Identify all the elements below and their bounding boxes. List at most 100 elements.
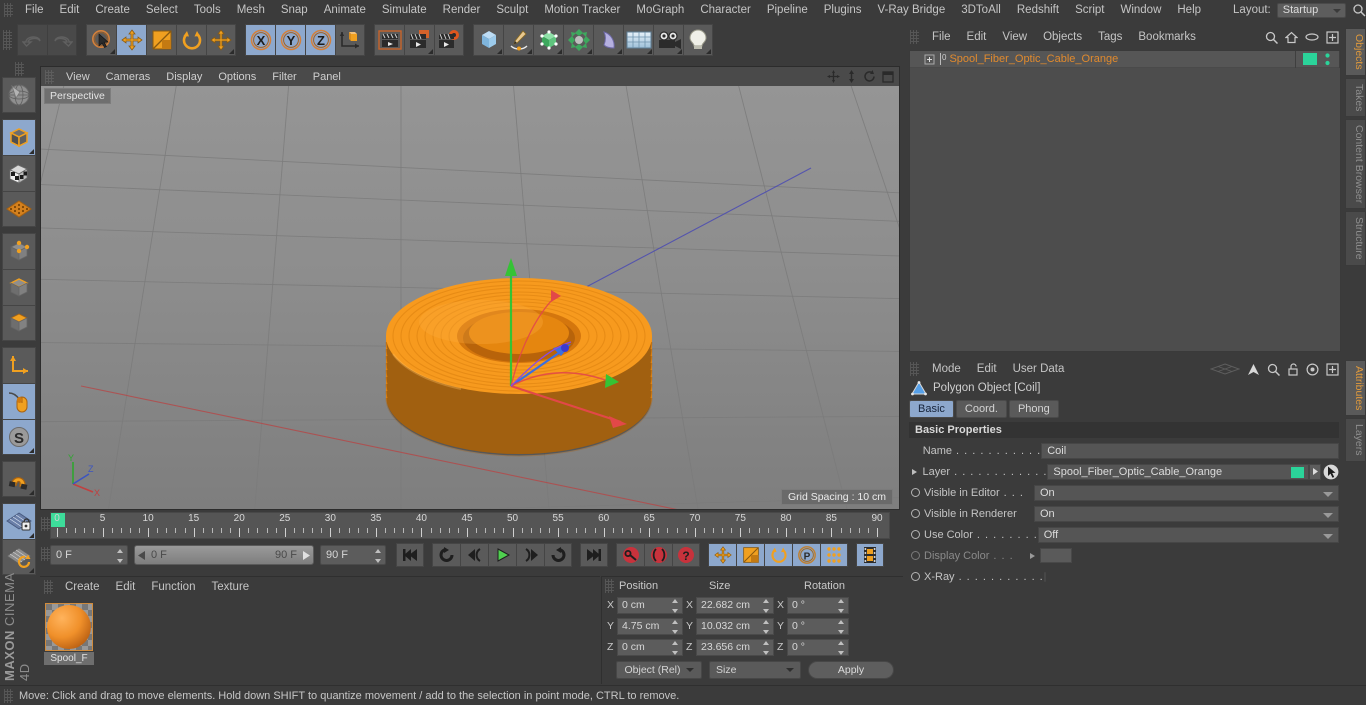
texture-mode-button[interactable] xyxy=(2,155,36,191)
plane-icon[interactable] xyxy=(1210,363,1240,375)
attribute-manager-gripper[interactable] xyxy=(910,362,919,376)
material-gripper[interactable] xyxy=(44,580,53,594)
object-manager-gripper[interactable] xyxy=(910,30,919,44)
object-layer-color-chip[interactable] xyxy=(1303,53,1317,65)
material-menu-edit[interactable]: Edit xyxy=(108,577,144,597)
layout-select[interactable]: Startup xyxy=(1276,2,1346,18)
home-icon[interactable] xyxy=(1285,31,1298,44)
current-frame-field[interactable]: 0 F xyxy=(50,545,128,565)
goto-end-button[interactable] xyxy=(580,543,608,567)
object-menu-view[interactable]: View xyxy=(994,27,1035,47)
menu-item-snap[interactable]: Snap xyxy=(273,0,316,20)
layer-picker-icon[interactable] xyxy=(1323,464,1339,480)
stepper-icon[interactable] xyxy=(763,619,770,634)
menu-item-character[interactable]: Character xyxy=(692,0,759,20)
lock-y-axis-button[interactable]: Y xyxy=(275,24,305,56)
deformer-button[interactable] xyxy=(563,24,593,56)
vertical-tab-takes[interactable]: Takes xyxy=(1345,77,1366,118)
attr-menu-mode[interactable]: Mode xyxy=(924,359,969,379)
material-menu-texture[interactable]: Texture xyxy=(203,577,257,597)
coordinate-gripper[interactable] xyxy=(605,579,614,593)
object-menu-objects[interactable]: Objects xyxy=(1035,27,1090,47)
timeline-range-bar[interactable]: 0 F 90 F xyxy=(134,545,314,565)
menu-item-sculpt[interactable]: Sculpt xyxy=(488,0,536,20)
enable-snapping-button[interactable]: S xyxy=(2,419,36,455)
model-mode-button[interactable] xyxy=(2,119,36,155)
stepper-icon[interactable] xyxy=(838,619,845,634)
menubar-gripper[interactable] xyxy=(4,3,13,17)
viewport-menu-display[interactable]: Display xyxy=(158,67,210,87)
attr-menu-edit[interactable]: Edit xyxy=(969,359,1005,379)
play-forward-loop-button[interactable] xyxy=(544,543,572,567)
object-menu-file[interactable]: File xyxy=(924,27,959,47)
spline-pen-button[interactable] xyxy=(503,24,533,56)
attribute-checkbox-x-ray[interactable] xyxy=(1043,571,1046,582)
render-settings-button[interactable] xyxy=(434,24,464,56)
toolbar-gripper[interactable] xyxy=(3,30,12,50)
object-menu-edit[interactable]: Edit xyxy=(959,27,995,47)
menu-item-help[interactable]: Help xyxy=(1169,0,1209,20)
coord-position-z-field[interactable]: 0 cm xyxy=(617,638,683,656)
property-radio[interactable] xyxy=(911,551,920,560)
scale-key-button[interactable] xyxy=(736,543,764,567)
polygons-mode-button[interactable] xyxy=(2,305,36,341)
attribute-dropdown-visible-in-editor[interactable]: On xyxy=(1034,484,1339,501)
plus-box-icon[interactable] xyxy=(1326,362,1339,376)
menu-item-tools[interactable]: Tools xyxy=(186,0,229,20)
search-icon[interactable] xyxy=(1352,3,1366,17)
object-menu-tags[interactable]: Tags xyxy=(1090,27,1130,47)
max-frame-field[interactable]: 90 F xyxy=(320,545,386,565)
coord-rotation-x-field[interactable]: 0 ° xyxy=(787,596,849,614)
menu-item-animate[interactable]: Animate xyxy=(316,0,374,20)
viewport-menu-panel[interactable]: Panel xyxy=(305,67,349,87)
menu-item-select[interactable]: Select xyxy=(138,0,186,20)
menu-item-window[interactable]: Window xyxy=(1112,0,1169,20)
move-duplicate-tool[interactable] xyxy=(206,24,236,56)
coord-size-x-field[interactable]: 22.682 cm xyxy=(696,596,774,614)
timeline-gripper[interactable] xyxy=(41,517,50,531)
live-selection-tool[interactable] xyxy=(86,24,116,56)
ellipse-icon[interactable] xyxy=(1305,32,1319,42)
play-button[interactable] xyxy=(488,543,516,567)
lock-icon[interactable] xyxy=(1287,362,1299,376)
viewport-menu-filter[interactable]: Filter xyxy=(264,67,304,87)
step-forward-button[interactable] xyxy=(516,543,544,567)
position-key-button[interactable] xyxy=(708,543,736,567)
coord-apply-button[interactable]: Apply xyxy=(808,661,894,679)
vertical-tab-attributes[interactable]: Attributes xyxy=(1345,360,1366,417)
material-item[interactable]: Spool_F xyxy=(44,603,94,665)
bend-deformer-button[interactable] xyxy=(593,24,623,56)
layer-color-chip[interactable] xyxy=(1291,466,1305,478)
target-icon[interactable] xyxy=(1306,362,1319,376)
stepper-icon[interactable] xyxy=(117,549,124,563)
stepper-icon[interactable] xyxy=(763,640,770,655)
menu-item-3dtoall[interactable]: 3DToAll xyxy=(953,0,1009,20)
floor-environment-button[interactable] xyxy=(623,24,653,56)
coord-rotation-z-field[interactable]: 0 ° xyxy=(787,638,849,656)
material-menu-create[interactable]: Create xyxy=(57,577,108,597)
color-expand-arrow-icon[interactable] xyxy=(1029,552,1036,560)
menu-item-script[interactable]: Script xyxy=(1067,0,1112,20)
attribute-field-name[interactable]: Coil xyxy=(1041,442,1339,459)
object-tree[interactable]: 0 Spool_Fiber_Optic_Cable_Orange xyxy=(909,50,1341,352)
make-editable-button[interactable] xyxy=(2,77,36,113)
attribute-field-layer[interactable]: Spool_Fiber_Optic_Cable_Orange xyxy=(1047,463,1310,480)
vertical-tab-content-browser[interactable]: Content Browser xyxy=(1345,119,1366,210)
lock-x-axis-button[interactable]: X xyxy=(245,24,275,56)
coord-rotation-y-field[interactable]: 0 ° xyxy=(787,617,849,635)
menu-item-pipeline[interactable]: Pipeline xyxy=(759,0,816,20)
stepper-icon[interactable] xyxy=(672,640,679,655)
object-row[interactable]: 0 Spool_Fiber_Optic_Cable_Orange xyxy=(910,50,1340,68)
menu-item-create[interactable]: Create xyxy=(87,0,138,20)
stepper-icon[interactable] xyxy=(838,640,845,655)
coord-size-y-field[interactable]: 10.032 cm xyxy=(696,617,774,635)
attribute-tab-basic[interactable]: Basic xyxy=(909,400,954,418)
camera-button[interactable] xyxy=(653,24,683,56)
render-view-button[interactable] xyxy=(374,24,404,56)
record-active-objects-button[interactable] xyxy=(616,543,644,567)
workplane-lock-button[interactable] xyxy=(2,503,36,539)
point-level-animation-button[interactable] xyxy=(820,543,848,567)
light-button[interactable] xyxy=(683,24,713,56)
rotation-key-button[interactable] xyxy=(764,543,792,567)
menu-item-v-ray-bridge[interactable]: V-Ray Bridge xyxy=(869,0,953,20)
